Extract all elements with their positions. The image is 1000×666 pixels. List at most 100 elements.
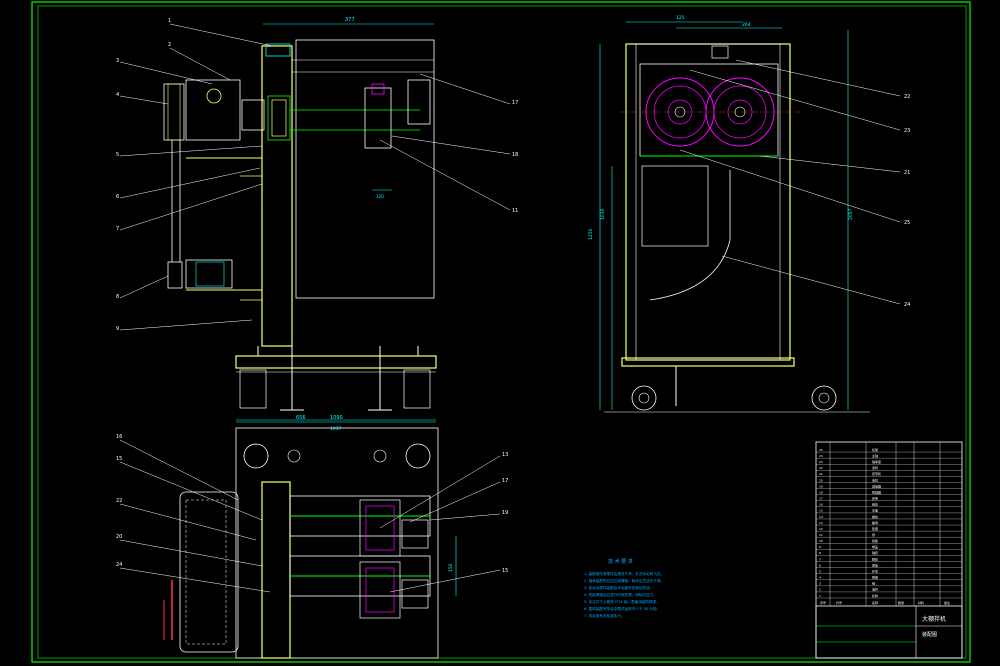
notes-line: 7. 其余按有关标准执行。 [584, 613, 625, 618]
bom-part-name: 底板 [872, 562, 878, 567]
bom-row-number: 16 [819, 503, 823, 507]
drawing-subtitle: 装配图 [922, 631, 937, 638]
bom-row-number: 24 [819, 454, 823, 458]
bom-part-name: 主轴 [872, 453, 878, 458]
top-view: 1037 150 16 15 22 20 24 13 17 19 15 [116, 419, 508, 659]
bom-part-name: 油杯 [872, 587, 878, 592]
callout-number: 7 [116, 226, 119, 232]
bom-part-name: 脚轮 [872, 556, 878, 561]
bom-row-number: 3 [819, 582, 821, 586]
callout-number: 15 [502, 568, 508, 574]
drawing-title: 大棚拌机 [922, 615, 946, 623]
header-cell: 代号 [836, 600, 842, 605]
header-cell: 序号 [820, 600, 826, 605]
bom-part-name: 轴套 [872, 550, 878, 555]
bom-part-name: 机架 [872, 447, 878, 452]
bom-row-number: 23 [819, 460, 823, 464]
side-view: 125 264 1030 1250 2057 22 23 21 25 24 [588, 15, 910, 413]
cad-drawing: 377 120 1090 656 1 2 3 4 5 6 7 8 9 17 18… [31, 1, 971, 663]
dim-label: 377 [345, 17, 355, 23]
bom-row-number: 2 [819, 588, 821, 592]
callout-number: 5 [116, 152, 119, 158]
callout-number: 20 [116, 534, 122, 540]
header-cell: 名称 [872, 600, 878, 605]
bom-part-name: 减速器 [872, 483, 881, 488]
header-cell: 备注 [944, 600, 950, 605]
bom-part-name: 联轴器 [872, 489, 881, 494]
callout-number: 25 [904, 220, 910, 226]
bom-part-name: 轴承座 [872, 459, 881, 464]
bom-row-number: 20 [819, 478, 823, 482]
callout-number: 4 [116, 92, 119, 98]
bom-row-number: 14 [819, 515, 823, 519]
bom-row-number: 21 [819, 472, 823, 476]
technical-notes: 技 术 要 求 1. 装配前所有零件应清洗干净，并去除毛刺飞边。 2. 轴承装配… [584, 558, 664, 618]
bom-row-number: 17 [819, 497, 823, 501]
notes-line: 6. 整机装配完毕后空载试运转不少于 30 分钟。 [584, 606, 660, 611]
callout-number: 16 [116, 434, 122, 440]
callout-number: 17 [502, 478, 508, 484]
callout-number: 15 [116, 456, 122, 462]
bom-part-name: 皮带轮 [872, 471, 881, 476]
bom-row-number: 12 [819, 527, 823, 531]
dim-label: 2057 [848, 208, 854, 220]
bom-part-name: 电机 [872, 477, 878, 482]
bom-part-name: 链轮 [872, 502, 878, 507]
bom-row-number: 8 [819, 551, 821, 555]
bom-part-name: 护罩 [872, 568, 878, 573]
callout-number: 6 [116, 194, 119, 200]
bom-row-number: 15 [819, 509, 823, 513]
header-cell: 数量 [898, 600, 904, 605]
dim-label: 125 [676, 15, 685, 21]
callout-number: 21 [904, 170, 910, 176]
notes-line: 5. 未注尺寸公差按 IT14 级，表面涂装防锈漆。 [584, 599, 660, 604]
bom-part-name: 支座 [872, 508, 878, 513]
callout-number: 24 [116, 562, 122, 568]
title-block: 25 机架24 主轴23 轴承座22 滚筒21 皮带轮20 电机19 减速器18 联轴器17 皮带… [815, 441, 963, 659]
bom-row-number: 19 [819, 484, 823, 488]
callout-number: 3 [116, 58, 119, 64]
callout-number: 23 [904, 128, 910, 134]
dim-label: 1030 [600, 208, 606, 220]
callout-number: 8 [116, 294, 119, 300]
callout-number: 2 [168, 42, 171, 48]
bom-row-number: 25 [819, 448, 823, 452]
bom-part-name: 螺栓 [872, 514, 878, 519]
bom-row-number: 22 [819, 466, 823, 470]
bom-part-name: 垫圈 [872, 526, 878, 531]
drawing-border-inner [37, 5, 967, 659]
bom-part-name: 皮带 [872, 496, 878, 501]
bom-row-number: 4 [819, 576, 821, 580]
bom-part-name: 标牌 [872, 593, 878, 598]
notes-line: 4. 机架焊接后应进行时效处理，消除内应力。 [584, 592, 657, 597]
bom-part-name: 螺母 [872, 520, 878, 525]
dim-label: 264 [742, 22, 751, 28]
callout-number: 24 [904, 302, 910, 308]
bom-part-name: 键 [872, 532, 875, 537]
bom-row-number: 11 [819, 533, 823, 537]
callout-number: 22 [116, 498, 122, 504]
bom-row-number: 1 [819, 594, 821, 598]
callout-number: 18 [512, 152, 518, 158]
bom-part-name: 弹簧 [872, 575, 878, 580]
bom-part-name: 端盖 [872, 544, 878, 549]
header-cell: 材料 [918, 600, 924, 605]
bom-row-number: 9 [819, 545, 821, 549]
dim-label: 150 [448, 563, 454, 572]
callout-number: 13 [502, 452, 508, 458]
callout-number: 9 [116, 326, 119, 332]
bom-row-number: 13 [819, 521, 823, 525]
bom-row-number: 5 [819, 569, 821, 573]
bom-row-number: 6 [819, 563, 821, 567]
front-view: 377 120 1090 656 1 2 3 4 5 6 7 8 9 17 18… [116, 17, 518, 423]
callout-number: 11 [512, 208, 518, 214]
notes-line: 3. 各运动部件装配后手动盘车应转动灵活。 [584, 585, 653, 590]
notes-line: 1. 装配前所有零件应清洗干净，并去除毛刺飞边。 [584, 571, 664, 576]
callout-number: 22 [904, 94, 910, 100]
callout-number: 1 [168, 18, 171, 24]
notes-title: 技 术 要 求 [608, 558, 633, 565]
bom-row-number: 18 [819, 490, 823, 494]
callout-number: 19 [502, 510, 508, 516]
bom-part-name: 销 [872, 581, 875, 586]
dim-label: 120 [376, 194, 384, 199]
